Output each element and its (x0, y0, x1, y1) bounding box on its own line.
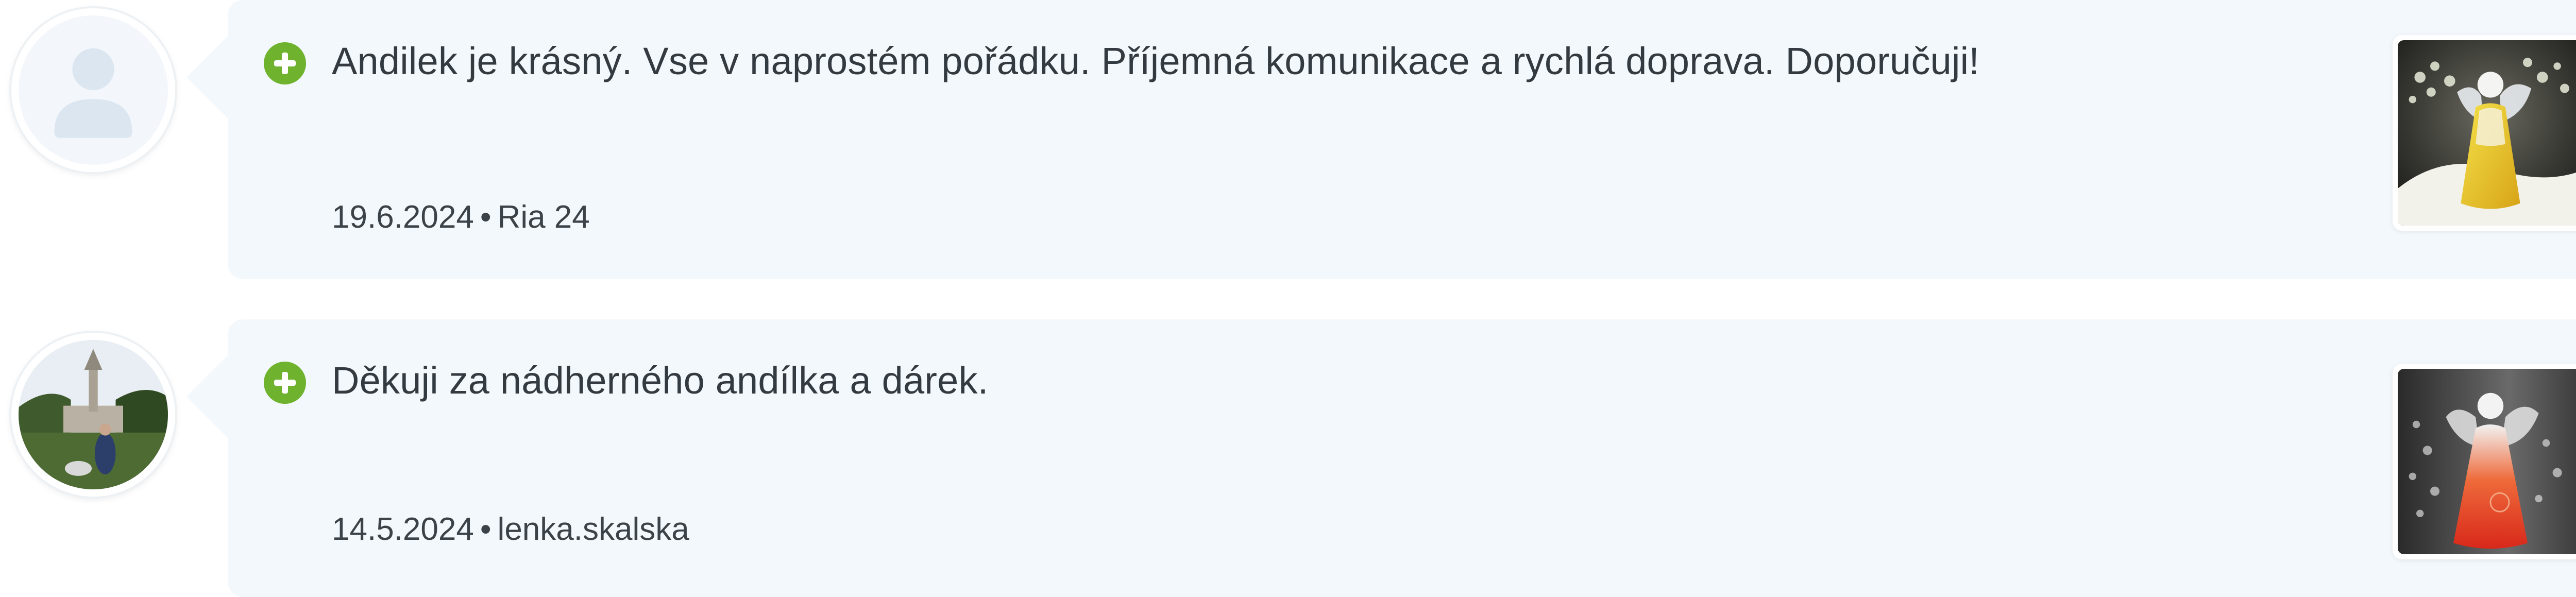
review-card: Andilek je krásný. Vse v naprostém pořád… (187, 0, 2576, 279)
review-text: Děkuji za nádherného andílka a dárek. (332, 359, 989, 402)
meta-separator: • (480, 511, 492, 547)
plus-circle-icon (264, 42, 306, 84)
user-avatar[interactable] (11, 333, 175, 497)
angel-figurine-red-photo (2398, 369, 2576, 554)
review-date: 14.5.2024 (332, 511, 474, 547)
review-item: Děkuji za nádherného andílka a dárek. 14… (0, 319, 2576, 597)
review-author[interactable]: lenka.skalska (498, 511, 689, 547)
plus-circle-icon (264, 362, 306, 404)
review-date: 19.6.2024 (332, 199, 474, 235)
review-item: Andilek je krásný. Vse v naprostém pořád… (0, 0, 2576, 279)
card-pointer (187, 36, 228, 118)
meta-separator: • (480, 199, 492, 235)
review-meta: 19.6.2024 • Ria 24 (332, 197, 590, 238)
user-avatar[interactable] (11, 8, 175, 172)
review-text: Andilek je krásný. Vse v naprostém pořád… (332, 40, 1980, 82)
review-author[interactable]: Ria 24 (498, 199, 590, 235)
angel-figurine-yellow-photo (2398, 40, 2576, 226)
default-user-icon (19, 15, 168, 165)
review-meta: 14.5.2024 • lenka.skalska (332, 509, 689, 550)
reviews-list: Andilek je krásný. Vse v naprostém pořád… (0, 0, 2576, 597)
review-card: Děkuji za nádherného andílka a dárek. 14… (187, 319, 2576, 597)
card-pointer (187, 355, 228, 438)
review-photo-thumbnail[interactable] (2393, 364, 2576, 559)
user-photo-avatar (19, 340, 168, 489)
review-photo-thumbnail[interactable] (2393, 35, 2576, 231)
